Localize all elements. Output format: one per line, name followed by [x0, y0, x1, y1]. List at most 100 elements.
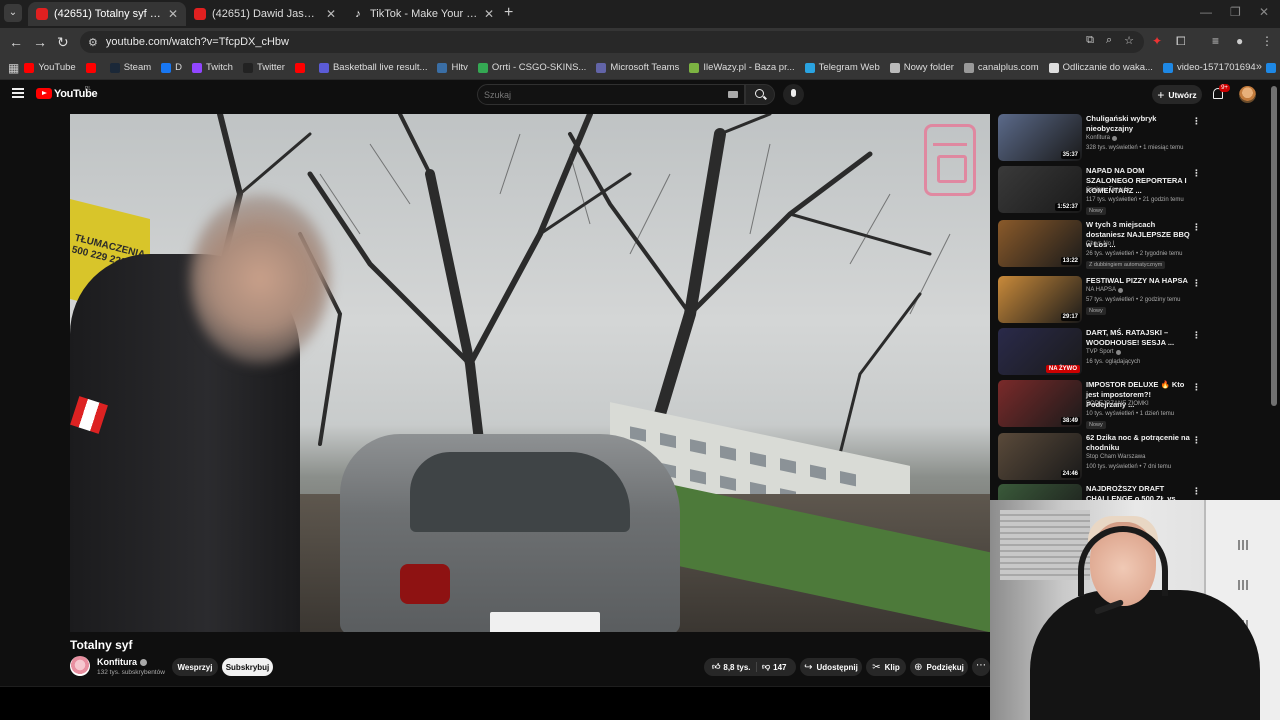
video-menu-icon[interactable]: ⋮ [1192, 486, 1201, 497]
bookmark-item[interactable]: Nowy folder [885, 62, 959, 73]
account-avatar[interactable] [1239, 86, 1256, 103]
tab-totalny-syf[interactable]: (42651) Totalny syf - YouTube ✕ [28, 2, 186, 26]
bookmark-item[interactable]: D [156, 62, 187, 73]
keyboard-icon[interactable] [728, 91, 738, 98]
share-button[interactable]: ↪ Udostępnij [800, 658, 862, 676]
tab-dawid-jasper[interactable]: (42651) Dawid Jasper WIGILIA ( ✕ [186, 2, 344, 26]
video-thumbnail[interactable]: 35:37 [998, 114, 1082, 161]
bookmark-item[interactable]: Hltv [432, 62, 472, 73]
video-menu-icon[interactable]: ⋮ [1192, 116, 1201, 127]
related-channel-name[interactable]: Chrys No I [1086, 241, 1114, 247]
create-button[interactable]: + Utwórz [1152, 85, 1202, 104]
new-tab-button[interactable]: + [504, 4, 513, 22]
video-thumbnail[interactable]: 13:22 [998, 220, 1082, 267]
bookmark-item[interactable]: Orrti - CSGO-SKINS... [473, 62, 591, 73]
profile-icon[interactable]: ● [1236, 34, 1243, 48]
video-thumbnail[interactable]: 38:49 [998, 380, 1082, 427]
menu-kebab-icon[interactable]: ⋮ [1261, 34, 1273, 48]
bookmark-item[interactable]: Basketball live result... [314, 62, 433, 73]
video-menu-icon[interactable]: ⋮ [1192, 278, 1201, 289]
bookmark-favicon-icon [1048, 62, 1059, 73]
bookmark-item[interactable]: IleWazy.pl - Baza pr... [684, 62, 799, 73]
bookmark-item[interactable]: Odliczanie do waka... [1044, 62, 1158, 73]
voice-search-button[interactable] [783, 84, 804, 105]
channel-avatar[interactable] [70, 656, 90, 676]
close-window-icon[interactable]: ✕ [1259, 5, 1269, 19]
zoom-icon[interactable]: ⌕ [1106, 34, 1112, 47]
support-button[interactable]: Wesprzyj [172, 658, 218, 676]
clip-button[interactable]: ✂ Klip [866, 658, 906, 676]
bookmark-item[interactable]: Microsoft Teams [591, 62, 684, 73]
bookmark-item[interactable] [290, 62, 314, 73]
search-input[interactable] [484, 87, 714, 102]
extensions-puzzle-icon[interactable]: ⧠ [1176, 34, 1186, 49]
bookmark-item[interactable]: Steam [105, 62, 156, 73]
media-icon[interactable]: ≡ [1212, 34, 1219, 48]
related-video-title[interactable]: FESTIWAL PIZZY NA HAPSA [1086, 276, 1190, 286]
bookmark-label: YouTube [38, 62, 76, 73]
like-button[interactable]: 👍︎ 8,8 tys. [712, 658, 751, 676]
related-channel-name[interactable]: TVP Sport [1086, 349, 1121, 355]
related-video-title[interactable]: NAJDROŻSZY DRAFT CHALLENGE o 500 ZŁ vs E… [1086, 484, 1190, 500]
search-button[interactable] [745, 84, 775, 105]
video-thumbnail[interactable] [998, 484, 1082, 500]
maximize-icon[interactable]: ❐ [1230, 5, 1241, 19]
video-menu-icon[interactable]: ⋮ [1192, 222, 1201, 233]
thanks-button[interactable]: ⊕ Podziękuj [910, 658, 968, 676]
channel-text: PODEJRZANE ZIOMKI [1086, 401, 1149, 407]
back-icon[interactable]: ← [9, 34, 23, 50]
related-channel-name[interactable]: PODEJRZANE ZIOMKI [1086, 401, 1149, 407]
related-video-title[interactable]: Chuligański wybryk nieobyczajny [1086, 114, 1190, 134]
video-thumbnail[interactable]: 1:52:37 [998, 166, 1082, 213]
channel-watermark-icon[interactable] [924, 124, 976, 196]
video-menu-icon[interactable]: ⋮ [1192, 330, 1201, 341]
bookmark-item[interactable]: canalplus.com [959, 62, 1044, 73]
video-menu-icon[interactable]: ⋮ [1192, 435, 1201, 446]
youtube-logo-icon[interactable] [36, 88, 52, 99]
video-menu-icon[interactable]: ⋮ [1192, 168, 1201, 179]
bookmark-item[interactable]: Twitter [238, 62, 290, 73]
related-channel-name[interactable]: Stop Cham Warszawa [1086, 454, 1145, 460]
bookmarks-more-icon[interactable]: » [1256, 61, 1262, 73]
video-thumbnail[interactable]: NA ŻYWO [998, 328, 1082, 375]
scrollbar[interactable] [1271, 86, 1277, 406]
video-player[interactable]: TŁUMACZENIA 500 229 229 [70, 114, 990, 632]
dislike-count: 147 [773, 662, 787, 672]
related-video-meta: 328 tys. wyświetleń • 1 miesiąc temu [1086, 145, 1184, 151]
close-icon[interactable]: ✕ [484, 7, 494, 21]
more-actions-icon[interactable]: ⋯ [972, 658, 990, 676]
close-icon[interactable]: ✕ [326, 7, 336, 21]
bookmark-item[interactable]: YouTube [19, 62, 80, 73]
video-menu-icon[interactable]: ⋮ [1192, 382, 1201, 393]
bookmark-item[interactable]: Telegram Web [800, 62, 885, 73]
bookmark-label: video-1571701694 [1176, 62, 1256, 73]
bookmark-label: Odliczanie do waka... [1062, 62, 1153, 73]
tab-tiktok[interactable]: ♪ TikTok - Make Your Day ✕ [344, 2, 502, 26]
hamburger-menu-icon[interactable] [12, 88, 24, 98]
apps-grid-icon[interactable]: ▦ [8, 61, 19, 75]
site-info-icon[interactable]: ⚙ [88, 36, 98, 49]
bookmark-item[interactable] [81, 62, 105, 73]
dislike-button[interactable]: 👎︎ 147 [762, 658, 786, 676]
extension-icon[interactable]: ✦ [1152, 34, 1162, 48]
star-icon[interactable]: ☆ [1124, 34, 1134, 47]
bookmark-item[interactable]: video-1571701694 [1158, 62, 1261, 73]
minimize-icon[interactable]: — [1200, 5, 1212, 19]
channel-name-link[interactable]: Konfitura [97, 657, 147, 667]
forward-icon[interactable]: → [33, 34, 47, 50]
bookmark-item[interactable]: kocica [1261, 62, 1280, 73]
tab-search-icon[interactable]: ⌄ [4, 4, 22, 22]
reload-icon[interactable]: ↻ [57, 34, 69, 50]
bookmark-item[interactable]: Twitch [187, 62, 238, 73]
subscribe-button[interactable]: Subskrybuj [222, 658, 273, 676]
related-video-title[interactable]: 62 Dzika noc & potrącenie na chodniku [1086, 433, 1190, 453]
video-thumbnail[interactable]: 29:17 [998, 276, 1082, 323]
close-icon[interactable]: ✕ [168, 7, 178, 21]
video-thumbnail[interactable]: 24:46 [998, 433, 1082, 480]
install-icon[interactable]: ⧉ [1086, 34, 1094, 47]
url-field[interactable]: ⚙ youtube.com/watch?v=TfcpDX_cHbw ⧉ ⌕ ☆ [80, 31, 1144, 53]
related-channel-name[interactable]: Szalony Tancula [1086, 187, 1130, 193]
related-channel-name[interactable]: NA HAPSA [1086, 287, 1124, 293]
related-video-title[interactable]: DART, MŚ. RATAJSKI – WOODHOUSE! SESJA ..… [1086, 328, 1190, 348]
related-channel-name[interactable]: Konfitura [1086, 135, 1118, 141]
